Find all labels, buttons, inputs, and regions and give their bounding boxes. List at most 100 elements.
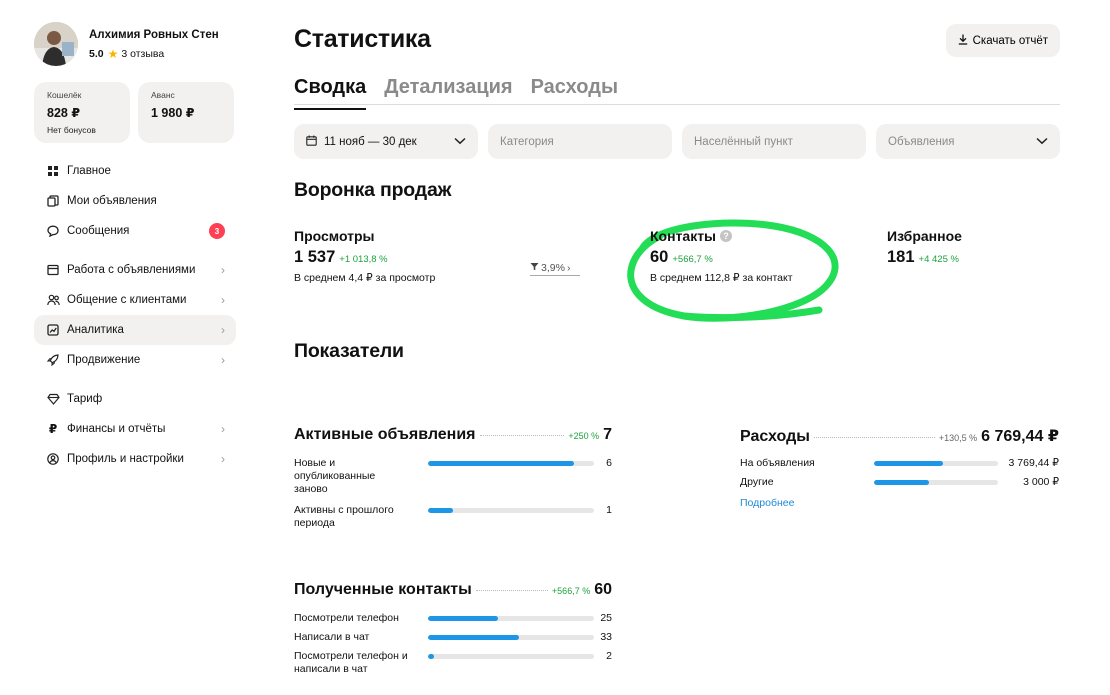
star-icon: ★ [107, 46, 119, 61]
wallet-card[interactable]: Кошелёк 828 ₽ Нет бонусов [34, 82, 130, 143]
funnel-views: Просмотры 1 537 +1 013,8 % В среднем 4,4… [294, 228, 435, 284]
metric-bar [428, 616, 594, 621]
metric-row: Активны с прошлого периода 1 [294, 504, 612, 530]
ruble-icon: ₽ [48, 422, 58, 436]
metric-value: 3 769,44 ₽ [1008, 457, 1059, 469]
city-placeholder: Населённый пункт [694, 135, 793, 148]
sidebar-item-promotion[interactable]: Продвижение › [34, 345, 236, 375]
chevron-right-icon: › [566, 262, 571, 274]
metric-value: 25 [600, 612, 612, 624]
copy-icon [46, 194, 60, 208]
metric-label: Активны с прошлого периода [294, 504, 394, 529]
city-select[interactable]: Населённый пункт [682, 124, 866, 159]
contacts-delta: +566,7 % [672, 254, 713, 265]
metric-value: 33 [600, 631, 612, 643]
chevron-right-icon: › [221, 263, 225, 277]
views-value: 1 537 [294, 248, 336, 266]
category-select[interactable]: Категория [488, 124, 672, 159]
grid-icon [46, 164, 60, 178]
sidebar-item-main[interactable]: Главное [34, 156, 236, 186]
chevron-down-icon [454, 136, 466, 148]
contacts-title: Полученные контакты [294, 581, 472, 598]
metric-value: 6 [606, 457, 612, 469]
tab-summary[interactable]: Сводка [294, 74, 367, 110]
wallet-value: 828 ₽ [47, 106, 81, 120]
metric-bar-fill [428, 461, 575, 466]
metric-bar [874, 461, 998, 466]
sidebar-item-label: Профиль и настройки [67, 453, 184, 465]
sidebar-item-clients[interactable]: Общение с клиентами › [34, 285, 236, 315]
download-icon [958, 34, 968, 48]
calendar-icon [306, 135, 317, 149]
metric-bar-fill [428, 635, 520, 640]
views-label: Просмотры [294, 228, 375, 244]
advance-label: Аванс [151, 90, 175, 100]
active-ads-total: 7 [603, 426, 612, 443]
contacts-value: 60 [650, 248, 669, 266]
date-range-select[interactable]: 11 нояб — 30 дек [294, 124, 478, 159]
sidebar: Алхимия Ровных Стен 5.0 ★ 3 отзыва Кошел… [34, 20, 236, 474]
chevron-right-icon: › [221, 452, 225, 466]
profile-rating[interactable]: 5.0 ★ 3 отзыва [89, 47, 219, 61]
sidebar-item-label: Сообщения [67, 225, 130, 237]
main-content: Статистика Скачать отчёт Сводка Детализа… [294, 20, 1060, 363]
rocket-icon [46, 353, 60, 367]
metric-bar-fill [874, 480, 929, 485]
user-circle-icon [46, 452, 60, 466]
ads-placeholder: Объявления [888, 135, 955, 148]
views-delta: +1 013,8 % [339, 254, 388, 265]
contacts-block-delta: +566,7 % [551, 586, 591, 596]
advance-card[interactable]: Аванс 1 980 ₽ [138, 82, 234, 143]
sidebar-item-label: Общение с клиентами [67, 294, 187, 306]
profile-name[interactable]: Алхимия Ровных Стен [89, 28, 219, 42]
favorites-delta: +4 425 % [918, 254, 959, 265]
download-report-button[interactable]: Скачать отчёт [945, 24, 1060, 57]
favorites-value: 181 [887, 248, 915, 266]
expenses-more-link[interactable]: Подробнее [740, 497, 794, 509]
sidebar-item-label: Тариф [67, 393, 103, 405]
sidebar-item-label: Финансы и отчёты [67, 423, 166, 435]
profile-header[interactable]: Алхимия Ровных Стен 5.0 ★ 3 отзыва [34, 20, 236, 68]
metric-value: 3 000 ₽ [1023, 476, 1059, 488]
date-range-value: 11 нояб — 30 дек [324, 135, 417, 148]
metric-label: Написали в чат [294, 631, 370, 643]
metric-bar-fill [428, 508, 453, 513]
metric-value: 2 [606, 650, 612, 662]
sidebar-item-profile[interactable]: Профиль и настройки › [34, 444, 236, 474]
conversion-link[interactable]: 3,9% › [530, 262, 580, 276]
wallet-label: Кошелёк [47, 90, 82, 100]
sidebar-item-my-ads[interactable]: Мои объявления [34, 186, 236, 216]
sidebar-item-label: Аналитика [67, 324, 124, 336]
users-icon [46, 293, 60, 307]
expenses-block: Расходы +130,5 % 6 769,44 ₽ На объявлени… [740, 426, 1059, 511]
tab-bar: Сводка Детализация Расходы [294, 74, 1060, 110]
metric-row: Посмотрели телефон 25 [294, 612, 612, 625]
sales-funnel: Просмотры 1 537 +1 013,8 % В среднем 4,4… [294, 216, 1060, 326]
reviews-count[interactable]: 3 отзыва [121, 48, 164, 60]
sidebar-item-tariff[interactable]: Тариф [34, 384, 236, 414]
metric-row: Другие 3 000 ₽ [740, 476, 1059, 489]
wallet-bonus: Нет бонусов [47, 125, 96, 135]
download-label: Скачать отчёт [972, 34, 1048, 47]
favorites-label: Избранное [887, 228, 962, 244]
sidebar-item-analytics[interactable]: Аналитика › [34, 315, 236, 345]
filters-bar: 11 нояб — 30 дек Категория Населённый пу… [294, 124, 1060, 159]
expenses-total: 6 769,44 ₽ [981, 428, 1059, 445]
sidebar-item-label: Мои объявления [67, 195, 157, 207]
avatar[interactable] [34, 22, 78, 66]
metric-bar [874, 480, 998, 485]
sidebar-item-finance[interactable]: ₽ Финансы и отчёты › [34, 414, 236, 444]
sidebar-item-ads-work[interactable]: Работа с объявлениями › [34, 255, 236, 285]
tab-expenses[interactable]: Расходы [531, 74, 618, 104]
help-icon[interactable]: ? [720, 230, 733, 242]
ads-select[interactable]: Объявления [876, 124, 1060, 159]
sidebar-item-messages[interactable]: Сообщения 3 [34, 216, 236, 246]
tab-details[interactable]: Детализация [384, 74, 512, 104]
funnel-title: Воронка продаж [294, 179, 452, 201]
contacts-label: Контакты [650, 228, 717, 244]
metric-bar-fill [874, 461, 944, 466]
metric-value: 1 [606, 504, 612, 516]
calendar-board-icon [46, 263, 60, 277]
metric-bar [428, 461, 594, 466]
metric-bar-fill [428, 654, 434, 659]
